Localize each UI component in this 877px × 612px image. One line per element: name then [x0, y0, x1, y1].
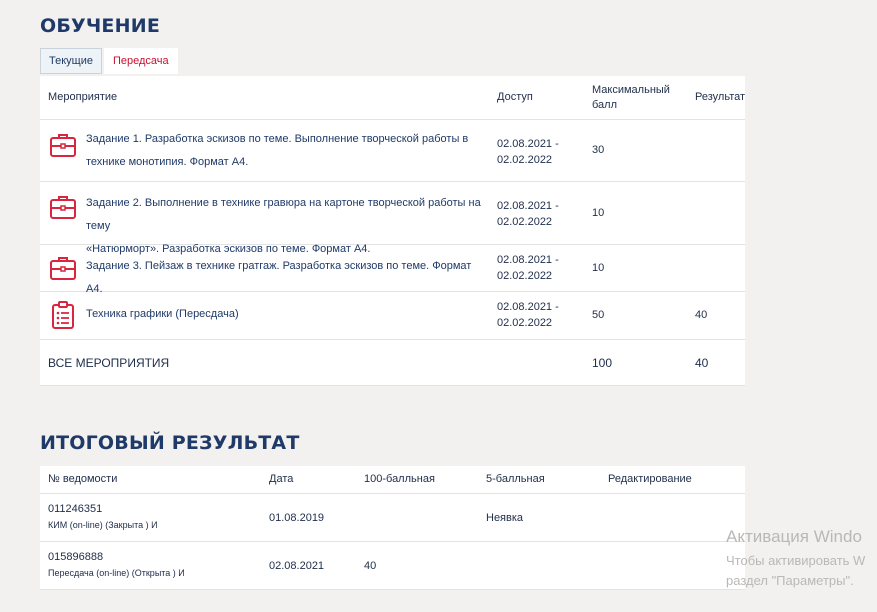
- table-row: Задание 1. Разработка эскизов по теме. В…: [40, 120, 745, 182]
- total-result: 40: [695, 356, 709, 370]
- sheet-date: 01.08.2019: [269, 512, 325, 524]
- task-title-line: Задание 2. Выполнение в технике гравюра …: [86, 197, 481, 232]
- windows-activation-watermark-line: Чтобы активировать W: [726, 553, 866, 568]
- task-link[interactable]: Задание 1. Разработка эскизов по теме. В…: [86, 128, 486, 174]
- sheet-type: Пересдача (on-line) (Открыта ) И: [48, 568, 185, 578]
- date-from: 02.08.2021 -: [497, 138, 559, 150]
- clipboard-checklist-icon: [52, 301, 74, 329]
- access-dates: 02.08.2021 - 02.02.2022: [497, 198, 559, 230]
- max-score: 50: [592, 309, 605, 321]
- windows-activation-watermark-title: Активация Windo: [726, 527, 862, 546]
- column-header-date: Дата: [269, 473, 294, 485]
- column-header-max-score-line2: балл: [592, 99, 618, 111]
- table-row: 015896888 Пересдача (on-line) (Открыта )…: [40, 542, 745, 590]
- learning-table: Мероприятие Доступ Максимальный балл Рез…: [40, 76, 745, 386]
- column-header-score100: 100-балльная: [364, 473, 435, 485]
- learning-section-title: ОБУЧЕНИЕ: [40, 15, 160, 37]
- column-header-edit: Редактирование: [608, 473, 692, 485]
- task-title-line: Задание 1. Разработка эскизов по теме. В…: [86, 133, 469, 145]
- tab-retake[interactable]: Передсача: [103, 48, 178, 74]
- tab-current[interactable]: Текущие: [40, 48, 102, 74]
- date-to: 02.02.2022: [497, 317, 553, 329]
- date-from: 02.08.2021 -: [497, 254, 559, 266]
- column-header-score5: 5-балльная: [486, 473, 545, 485]
- access-dates: 02.08.2021 - 02.02.2022: [497, 252, 559, 284]
- date-to: 02.02.2022: [497, 154, 553, 166]
- max-score: 10: [592, 262, 605, 274]
- total-max-score: 100: [592, 356, 613, 370]
- max-score: 30: [592, 144, 605, 156]
- sheet-number: 015896888: [48, 551, 104, 563]
- table-row: Техника графики (Пересдача) 02.08.2021 -…: [40, 292, 745, 340]
- date-to: 02.02.2022: [497, 270, 553, 282]
- column-header-sheet-number: № ведомости: [48, 473, 118, 485]
- access-dates: 02.08.2021 - 02.02.2022: [497, 299, 559, 331]
- sheet-number: 011246351: [48, 503, 103, 515]
- final-result-table: № ведомости Дата 100-балльная 5-балльная…: [40, 466, 745, 590]
- column-header-access: Доступ: [497, 91, 533, 103]
- final-result-title: ИТОГОВЫЙ РЕЗУЛЬТАТ: [40, 432, 300, 454]
- table-row: Задание 2. Выполнение в технике гравюра …: [40, 182, 745, 255]
- date-to: 02.02.2022: [497, 216, 553, 228]
- briefcase-icon: [50, 134, 76, 157]
- learning-table-header: Мероприятие Доступ Максимальный балл Рез…: [40, 76, 745, 120]
- column-header-result: Результат: [695, 91, 746, 103]
- max-score: 10: [592, 207, 605, 219]
- final-result-header: № ведомости Дата 100-балльная 5-балльная…: [40, 466, 745, 494]
- briefcase-icon: [50, 257, 76, 280]
- sheet-score100: 40: [364, 560, 377, 572]
- date-from: 02.08.2021 -: [497, 200, 559, 212]
- briefcase-icon: [50, 196, 76, 219]
- result-score: 40: [695, 309, 708, 321]
- sheet-type: КИМ (on-line) (Закрыта ) И: [48, 520, 158, 530]
- total-row: ВСЕ МЕРОПРИЯТИЯ 100 40: [40, 340, 745, 386]
- sheet-score5: Неявка: [486, 512, 524, 524]
- learning-tabs: Текущие Передсача: [40, 48, 178, 74]
- task-link[interactable]: Техника графики (Пересдача): [86, 303, 486, 326]
- windows-activation-watermark-line: раздел "Параметры".: [726, 573, 854, 588]
- sheet-date: 02.08.2021: [269, 560, 325, 572]
- date-from: 02.08.2021 -: [497, 301, 559, 313]
- task-title-line: технике монотипия. Формат А4.: [86, 156, 249, 168]
- total-label: ВСЕ МЕРОПРИЯТИЯ: [48, 356, 170, 370]
- column-header-max-score-line1: Максимальный: [592, 84, 670, 96]
- table-row: Задание 3. Пейзаж в технике гратгаж. Раз…: [40, 245, 745, 295]
- access-dates: 02.08.2021 - 02.02.2022: [497, 136, 559, 168]
- task-title-line: Техника графики (Пересдача): [86, 308, 239, 320]
- table-row: 011246351 КИМ (on-line) (Закрыта ) И 01.…: [40, 494, 745, 542]
- column-header-event: Мероприятие: [48, 91, 118, 103]
